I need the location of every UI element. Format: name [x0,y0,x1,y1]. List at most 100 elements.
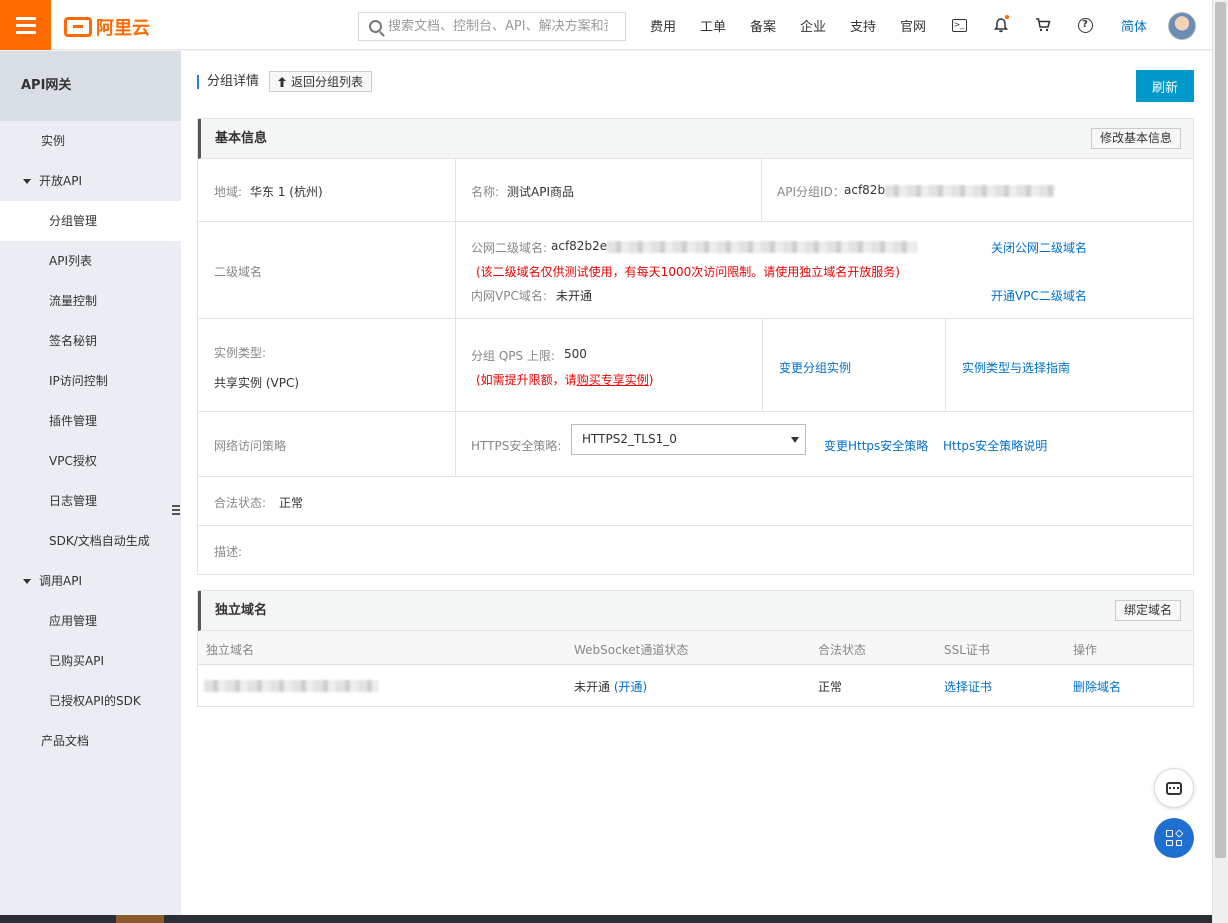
buy-dedicated-instance-link[interactable]: 购买专享实例 [577,373,649,387]
instance-guide-cell: 实例类型与选择指南 [946,319,1195,411]
qps-label: 分组 QPS 上限: [471,349,555,363]
info-row-legal-status: 合法状态: 正常 [198,477,1193,526]
column-header: 独立域名 [206,643,255,657]
close-public-domain-link[interactable]: 关闭公网二级域名 [991,239,1087,256]
refresh-button[interactable]: 刷新 [1136,70,1194,102]
notification-button[interactable] [980,0,1022,50]
vertical-scrollbar[interactable] [1212,0,1228,923]
change-group-instance-link[interactable]: 变更分组实例 [779,359,851,376]
delete-domain-link[interactable]: 删除域名 [1073,678,1121,695]
redacted-text [204,679,379,692]
legal-status-value: 正常 [279,496,304,510]
nav-billing[interactable]: 费用 [638,16,688,35]
help-button[interactable]: ? [1064,0,1106,50]
hamburger-menu-button[interactable] [0,0,51,50]
nav-official-site[interactable]: 官网 [888,16,938,35]
bell-icon [994,17,1008,32]
nav-ticket[interactable]: 工单 [688,16,738,35]
avatar[interactable] [1168,12,1196,40]
menu-line [15,16,36,20]
sidebar-item-label: 分组管理 [49,214,98,228]
sidebar-item-log-management[interactable]: 日志管理 [0,481,181,521]
websocket-status-text: 未开通 [574,680,611,694]
description-label: 描述: [214,545,243,559]
sidebar-item-sdk-docs[interactable]: SDK/文档自动生成 [0,521,181,561]
sidebar-item-plugin-management[interactable]: 插件管理 [0,401,181,441]
top-navbar: 阿里云 费用 工单 备案 企业 支持 官网 >_ ? 简体 [0,0,1212,50]
column-header: WebSocket通道状态 [574,643,689,657]
sidebar-item-traffic-control[interactable]: 流量控制 [0,281,181,321]
sidebar-group-open-api[interactable]: 开放API [0,161,181,201]
cart-icon [1036,18,1051,32]
sidebar-item-label: 实例 [41,134,66,148]
subdomain-label-cell: 二级域名 [198,222,456,318]
cart-button[interactable] [1022,0,1064,50]
open-vpc-domain-link[interactable]: 开通VPC二级域名 [991,287,1087,304]
sidebar-item-purchased-api[interactable]: 已购买API [0,641,181,681]
chat-icon [1166,781,1182,795]
nav-support[interactable]: 支持 [838,16,888,35]
language-switch[interactable]: 简体 [1106,16,1162,35]
public-domain-label: 公网二级域名: [471,241,548,255]
sidebar-item-app-management[interactable]: 应用管理 [0,601,181,641]
nav-enterprise[interactable]: 企业 [788,16,838,35]
public-domain-text: acf82b2e [551,239,608,253]
sidebar-item-group-management[interactable]: 分组管理 [0,201,181,241]
sidebar-item-vpc-auth[interactable]: VPC授权 [0,441,181,481]
column-header: 合法状态 [818,643,867,657]
chat-button[interactable] [1154,768,1194,808]
https-policy-label: HTTPS安全策略: [471,439,562,453]
instance-type-label: 实例类型: [214,346,267,360]
sidebar-item-instance[interactable]: 实例 [0,121,181,161]
apps-button[interactable] [1154,818,1194,858]
domain-table-header: 独立域名 WebSocket通道状态 合法状态 SSL证书 操作 [198,631,1193,665]
table-row: 未开通 (开通) 正常 选择证书 删除域名 [198,665,1193,706]
open-websocket-link[interactable]: (开通) [614,680,647,694]
basic-info-panel: 基本信息 修改基本信息 地域: 华东 1 (杭州) 名称: 测试API商品 AP… [197,118,1194,575]
group-id-label: API分组ID： [777,185,845,199]
sidebar-item-product-docs[interactable]: 产品文档 [0,721,181,761]
domain-legal-status: 正常 [818,680,843,694]
handle-line [172,505,180,507]
change-https-policy-link[interactable]: 变更Https安全策略 [824,437,928,454]
caret-down-icon [23,578,31,584]
sidebar-item-label: VPC授权 [49,454,97,468]
logo-text: 阿里云 [96,18,150,39]
terminal-button[interactable]: >_ [938,0,980,50]
apps-grid-icon [1166,829,1183,846]
sidebar-item-api-list[interactable]: API列表 [0,241,181,281]
sidebar-item-ip-access-control[interactable]: IP访问控制 [0,361,181,401]
edit-basic-info-button[interactable]: 修改基本信息 [1090,128,1181,149]
caret-down-icon [23,178,31,184]
sidebar-group-call-api[interactable]: 调用API [0,561,181,601]
https-policy-doc-link[interactable]: Https安全策略说明 [943,437,1047,454]
help-icon: ? [1077,17,1093,33]
group-id-cell: API分组ID： acf82b [762,159,1195,221]
public-domain-value: acf82b2e [551,239,918,253]
notification-dot [1005,15,1009,19]
sidebar-title: API网关 [0,51,181,121]
panel-title: 基本信息 [215,131,268,146]
back-button-label: 返回分组列表 [291,75,364,89]
aliyun-logo[interactable]: 阿里云 [64,14,150,40]
terminal-icon: >_ [951,18,967,32]
sidebar-item-signature-key[interactable]: 签名秘钥 [0,321,181,361]
select-certificate-link[interactable]: 选择证书 [944,678,992,695]
nav-icp[interactable]: 备案 [738,16,788,35]
bind-domain-button[interactable]: 绑定域名 [1114,600,1181,621]
menu-line [15,30,36,34]
group-id-value: acf82b [844,183,1056,197]
sidebar-item-label: 签名秘钥 [49,334,98,348]
instance-type-guide-link[interactable]: 实例类型与选择指南 [962,359,1070,376]
back-to-group-list-button[interactable]: 返回分组列表 [269,71,373,92]
https-policy-select[interactable]: HTTPS2_TLS1_0 [571,424,806,455]
scrollbar-thumb[interactable] [1215,2,1226,858]
instance-type-cell: 实例类型: 共享实例 (VPC) [198,319,456,411]
custom-domain-panel: 独立域名 绑定域名 独立域名 WebSocket通道状态 合法状态 SSL证书 … [197,590,1194,707]
handle-line [172,513,180,515]
search-box[interactable] [358,12,626,41]
search-input[interactable] [388,19,608,34]
info-row-instance: 实例类型: 共享实例 (VPC) 分组 QPS 上限: 500 (如需提升限额，… [198,319,1193,412]
sidebar-item-authorized-sdk[interactable]: 已授权API的SDK [0,681,181,721]
sidebar-item-label: 产品文档 [41,734,90,748]
